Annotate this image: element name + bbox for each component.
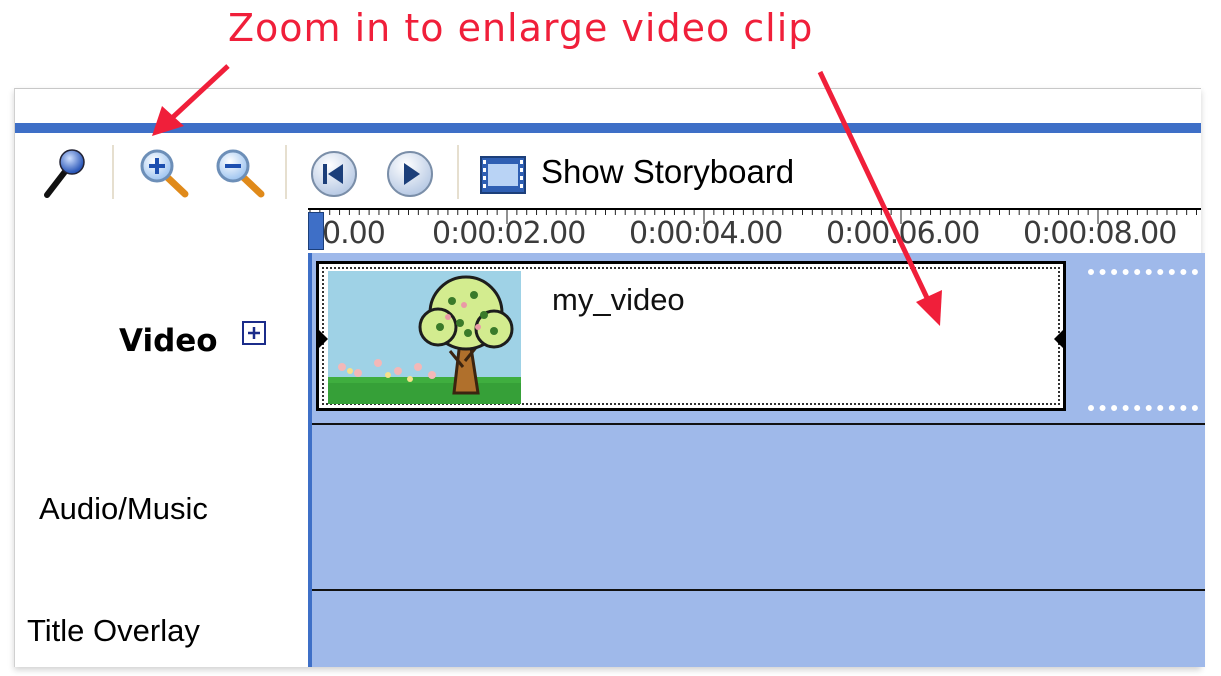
microphone-icon (44, 149, 85, 198)
ruler-tick: 0:00:06.00 (826, 216, 980, 251)
ruler-tick: 0:00:08.00 (1023, 216, 1177, 251)
drop-placeholder-top (1088, 269, 1198, 275)
tree-thumbnail (328, 271, 521, 404)
timeline-panel: Show Storyboard Video Audio/Music Title … (14, 88, 1205, 667)
filmstrip-icon (480, 156, 526, 194)
panel-header-bar (15, 123, 1201, 133)
title-overlay-track-label: Title Overlay (27, 613, 200, 648)
track-divider (312, 589, 1205, 591)
video-clip[interactable]: my_video (316, 261, 1066, 411)
video-track-label: Video (119, 323, 218, 359)
show-storyboard-button[interactable]: Show Storyboard (479, 147, 819, 199)
toolbar-separator (457, 145, 460, 199)
zoom-out-icon (216, 149, 265, 198)
ruler-tick: 0:00:04.00 (629, 216, 783, 251)
show-storyboard-label: Show Storyboard (541, 153, 795, 190)
toolbar-separator (285, 145, 288, 199)
track-labels: Video Audio/Music Title Overlay (15, 209, 309, 667)
expand-video-track-button[interactable] (242, 321, 266, 345)
audio-track-label: Audio/Music (39, 491, 208, 526)
play-icon (387, 151, 433, 197)
track-divider (312, 423, 1205, 425)
clip-trim-handle-left[interactable] (319, 330, 328, 348)
narrate-button[interactable] (39, 147, 89, 199)
zoom-in-icon (140, 149, 189, 198)
play-button[interactable] (385, 149, 435, 199)
timeline-tracks[interactable]: my_video (308, 253, 1205, 667)
rewind-icon (311, 151, 357, 197)
zoom-in-button[interactable] (137, 147, 193, 199)
ruler-tick: 0:00:02.00 (432, 216, 586, 251)
timeline-toolbar: Show Storyboard (15, 137, 1201, 209)
timeline-ruler[interactable]: 0.00 0:00:02.00 0:00:04.00 0:00:06.00 0:… (308, 208, 1201, 252)
clip-trim-handle-right[interactable] (1054, 330, 1063, 348)
rewind-button[interactable] (309, 149, 359, 199)
clip-name: my_video (552, 282, 685, 317)
drop-placeholder-bottom (1088, 405, 1198, 411)
zoom-out-button[interactable] (213, 147, 269, 199)
annotation-text: Zoom in to enlarge video clip (228, 6, 814, 50)
plus-box-icon (242, 321, 266, 345)
toolbar-separator (112, 145, 115, 199)
ruler-tick: 0.00 (322, 216, 386, 251)
